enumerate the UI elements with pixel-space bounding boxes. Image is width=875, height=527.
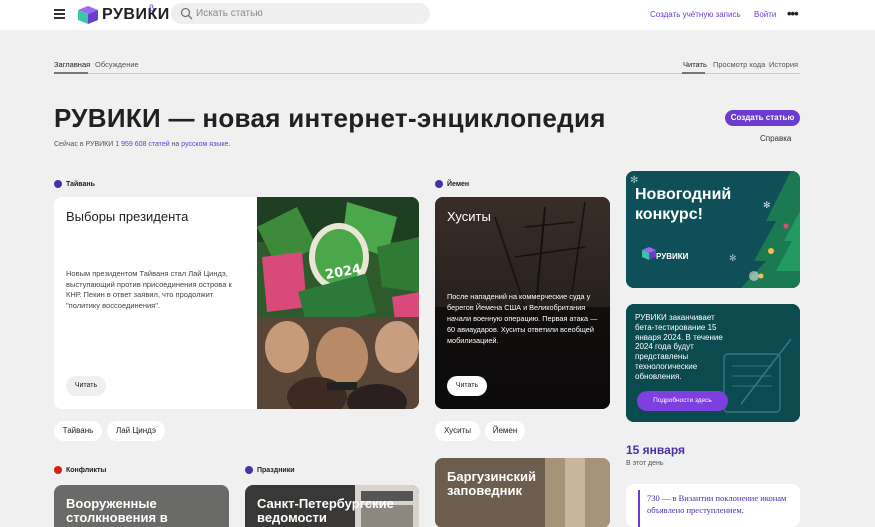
on-this-day-date: 15 января: [626, 443, 685, 457]
tab-history[interactable]: История: [769, 60, 798, 69]
section-dot-icon: [245, 466, 253, 474]
tab-read-underline: [682, 72, 705, 74]
article-count-link[interactable]: 1 959 608 статей: [115, 141, 169, 148]
event-dash: — в: [659, 493, 679, 503]
card-title[interactable]: Санкт-Петербургские ведомости: [257, 497, 407, 525]
card-title[interactable]: Хуситы: [447, 209, 491, 224]
promo-logo-text: РУВИКИ: [656, 252, 689, 261]
language-link[interactable]: русском языке: [181, 141, 228, 148]
news-card-holidays[interactable]: Санкт-Петербургские ведомости: [245, 485, 419, 527]
section-label-yemen[interactable]: Йемен: [447, 181, 469, 188]
section-dot-icon: [435, 180, 443, 188]
tab-main-page[interactable]: Заглавная: [54, 60, 90, 69]
tab-main-page-underline: [54, 72, 88, 74]
new-year-contest-banner[interactable]: ✻ ✻ ✻ Новогодний конкурс! РУВИКИ: [626, 171, 800, 288]
tag-lai-chingte[interactable]: Лай Циндэ: [107, 421, 165, 441]
top-header: РУВИКИ β Создать учётную запись Войти ••…: [0, 0, 875, 30]
search-input[interactable]: [196, 5, 421, 22]
election-rally-image: 2024: [257, 197, 419, 409]
details-button[interactable]: Подробности здесь: [637, 391, 728, 411]
promo-text: РУВИКИ заканчивает бета-тестирование 15 …: [635, 313, 723, 381]
tag-taiwan[interactable]: Тайвань: [54, 421, 102, 441]
card-title[interactable]: Вооруженные столкновения в: [66, 497, 216, 525]
section-label-holidays[interactable]: Праздники: [257, 467, 295, 474]
menu-icon[interactable]: [54, 9, 65, 21]
subtitle-mid: на: [169, 141, 182, 148]
tab-discussion[interactable]: Обсуждение: [95, 60, 139, 69]
subtitle-prefix: Сейчас в РУВИКИ: [54, 141, 116, 148]
on-this-day-label: В этот день: [626, 460, 664, 467]
tag-houthis[interactable]: Хуситы: [435, 421, 480, 441]
tag-yemen[interactable]: Йемен: [485, 421, 525, 441]
event-year-link[interactable]: 730: [647, 493, 660, 503]
tab-view-source[interactable]: Просмотр кода: [713, 60, 765, 69]
card-title[interactable]: Баргузинский заповедник: [447, 470, 567, 498]
tab-read[interactable]: Читать: [683, 60, 707, 69]
create-account-link[interactable]: Создать учётную запись: [650, 10, 741, 19]
search-icon: [180, 7, 193, 20]
subtitle-suffix: .: [228, 141, 231, 148]
login-link[interactable]: Войти: [754, 10, 776, 19]
promo-title[interactable]: Новогодний конкурс!: [635, 185, 745, 225]
logo-text[interactable]: РУВИКИ: [102, 6, 170, 24]
page-title: РУВИКИ — новая интернет-энциклопедия: [54, 103, 606, 133]
svg-text:✻: ✻: [729, 254, 737, 264]
section-dot-icon: [54, 180, 62, 188]
news-card-taiwan[interactable]: Выборы президента Новым президентом Тайв…: [54, 197, 419, 409]
read-button[interactable]: Читать: [66, 376, 106, 396]
svg-text:✻: ✻: [763, 201, 771, 211]
news-card-barguzin[interactable]: Баргузинский заповедник: [435, 458, 610, 527]
beta-badge: β: [149, 3, 155, 13]
news-card-conflicts[interactable]: Вооруженные столкновения в: [54, 485, 229, 527]
event-place-link[interactable]: Византии: [679, 493, 714, 503]
card-text: После нападений на коммерческие суда у б…: [447, 292, 598, 345]
create-article-button[interactable]: Создать статью: [725, 110, 800, 126]
event-accent-bar: [638, 490, 640, 527]
beta-testing-banner[interactable]: РУВИКИ заканчивает бета-тестирование 15 …: [626, 304, 800, 422]
search-box[interactable]: [171, 3, 430, 24]
section-label-conflicts[interactable]: Конфликты: [66, 467, 106, 474]
logo-cube-icon[interactable]: [77, 5, 99, 25]
help-link[interactable]: Справка: [760, 134, 791, 143]
card-text: Новым президентом Тайваня стал Лай Циндэ…: [66, 269, 232, 310]
section-dot-icon: [54, 466, 62, 474]
news-card-houthis[interactable]: Хуситы После нападений на коммерческие с…: [435, 197, 610, 409]
on-this-day-event[interactable]: 730 — в Византии поклонение иконам объяв…: [626, 484, 800, 527]
read-button[interactable]: Читать: [447, 376, 487, 396]
event-text: 730 — в Византии поклонение иконам объяв…: [647, 492, 795, 516]
section-label-taiwan[interactable]: Тайвань: [66, 181, 95, 188]
more-menu-icon[interactable]: •••: [787, 6, 799, 21]
page-subtitle: Сейчас в РУВИКИ 1 959 608 статей на русс…: [54, 141, 230, 148]
card-title[interactable]: Выборы президента: [66, 209, 188, 224]
